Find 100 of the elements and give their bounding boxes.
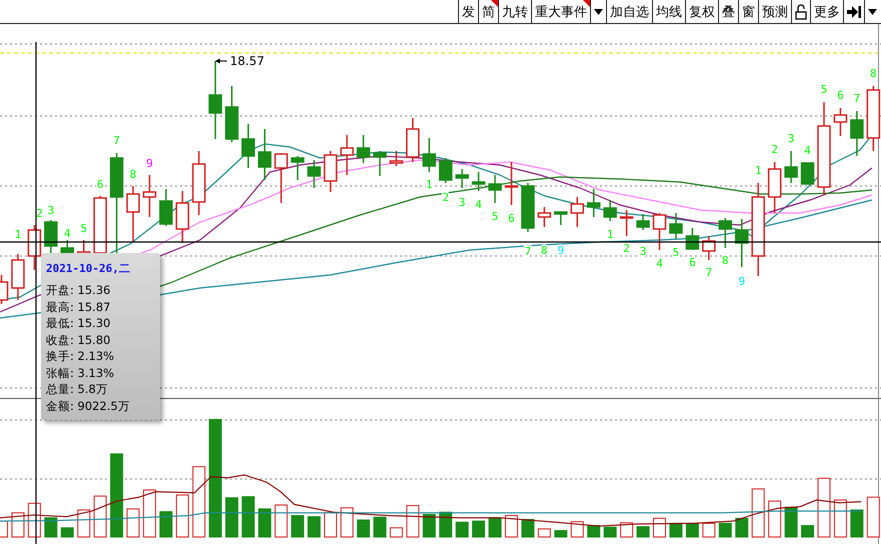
volume-bar xyxy=(834,500,847,538)
candlestick xyxy=(735,219,748,267)
count-label: 4 xyxy=(475,198,482,211)
volume-bar xyxy=(390,527,403,538)
volume-bar xyxy=(258,508,272,538)
caret-icon[interactable] xyxy=(864,0,880,23)
candlestick xyxy=(340,135,354,175)
count-label: 9 xyxy=(146,157,153,170)
candlestick xyxy=(324,151,338,192)
quote-value: 总量: 5.8万 xyxy=(46,381,109,398)
candlestick xyxy=(586,189,600,217)
candlestick xyxy=(390,151,404,166)
candlestick xyxy=(290,156,304,180)
candlestick xyxy=(406,118,420,162)
candlestick xyxy=(784,151,798,183)
volume-bar xyxy=(702,522,716,538)
volume-bar xyxy=(308,516,321,538)
toolbar-button[interactable]: 简 xyxy=(478,0,498,23)
volume-bar xyxy=(818,478,830,538)
count-label: 2 xyxy=(36,207,43,220)
candlestick xyxy=(28,225,42,270)
candlestick xyxy=(800,162,814,185)
candlestick xyxy=(422,138,436,172)
volume-bar xyxy=(77,510,90,538)
candlestick xyxy=(192,151,206,215)
toolbar-button[interactable]: 重大事件 xyxy=(531,0,590,23)
candlestick xyxy=(455,169,469,188)
volume-bar xyxy=(587,525,600,538)
volume-bar xyxy=(570,521,584,538)
candlestick xyxy=(11,254,25,300)
count-label: 6 xyxy=(508,212,515,225)
volume-bar xyxy=(784,506,798,538)
count-label: 9 xyxy=(557,244,564,257)
count-label: 7 xyxy=(854,92,860,105)
volume-bar xyxy=(373,516,386,538)
candlestick xyxy=(702,236,716,260)
toolbar-button[interactable]: 复权 xyxy=(685,0,718,23)
volume-bar xyxy=(242,496,255,538)
candlestick xyxy=(686,228,700,250)
count-label: 1 xyxy=(426,178,433,191)
candlestick xyxy=(488,175,502,203)
volume-bar xyxy=(488,517,502,538)
volume-bar xyxy=(636,526,650,538)
candlestick xyxy=(669,213,683,239)
candlestick xyxy=(472,172,486,191)
candlestick xyxy=(307,160,321,188)
count-label: 4 xyxy=(64,227,71,240)
volume-bar xyxy=(11,512,24,538)
volume-bar xyxy=(274,504,288,538)
volume-bar xyxy=(768,500,782,538)
quote-value: 金额: 9022.5万 xyxy=(46,398,131,414)
volume-bar xyxy=(801,525,814,538)
toolbar-button[interactable]: 加自选 xyxy=(606,0,652,23)
quote-value: 换手: 2.13% xyxy=(46,348,116,364)
candlestick xyxy=(142,175,156,217)
candlestick xyxy=(603,200,617,221)
candlestick xyxy=(652,213,666,250)
candlestick xyxy=(274,153,288,203)
count-label: 8 xyxy=(722,254,729,267)
lock-icon[interactable] xyxy=(791,0,810,23)
volume-bar xyxy=(356,520,370,538)
count-label: 8 xyxy=(541,244,548,257)
quote-value: 收盘: 15.80 xyxy=(46,332,112,348)
count-label: 7 xyxy=(706,266,712,279)
quote-value: 最低: 15.30 xyxy=(46,315,112,332)
candlestick xyxy=(834,108,848,136)
skip-to-end-icon[interactable] xyxy=(843,0,864,23)
volume-bar xyxy=(60,527,74,538)
price-label: 18.57 xyxy=(230,54,264,68)
count-label: 1 xyxy=(606,228,614,241)
count-label: 3 xyxy=(48,204,54,217)
volume-bar xyxy=(324,512,337,538)
count-label: 2 xyxy=(442,191,449,204)
volume-bar xyxy=(718,522,732,538)
volume-bar xyxy=(604,526,617,538)
quote-value: 开盘: 15.36 xyxy=(46,282,112,298)
count-label: 1 xyxy=(14,228,22,241)
caret-icon[interactable] xyxy=(590,0,606,23)
count-label: 3 xyxy=(640,245,646,258)
volume-bar xyxy=(752,488,765,538)
candlestick xyxy=(504,162,518,205)
count-label: 6 xyxy=(837,89,844,102)
count-label: 7 xyxy=(113,134,120,147)
volume-bar xyxy=(620,522,634,538)
candlestick xyxy=(225,86,239,142)
quote-value: 张幅: 3.13% xyxy=(46,364,116,381)
toolbar-button[interactable]: 九转 xyxy=(498,0,531,23)
count-label: 7 xyxy=(524,245,532,258)
volume-bar xyxy=(126,508,140,538)
candlestick xyxy=(373,151,387,176)
count-label: 1 xyxy=(754,164,762,177)
count-label: 4 xyxy=(656,257,663,270)
candlestick xyxy=(356,135,370,163)
volume-bar xyxy=(504,515,518,538)
count-label: 3 xyxy=(458,196,466,209)
candlestick xyxy=(718,218,732,248)
candlestick xyxy=(258,129,272,180)
volume-bar xyxy=(160,511,172,538)
volume-bar xyxy=(192,466,206,538)
volume-bar xyxy=(554,530,568,538)
